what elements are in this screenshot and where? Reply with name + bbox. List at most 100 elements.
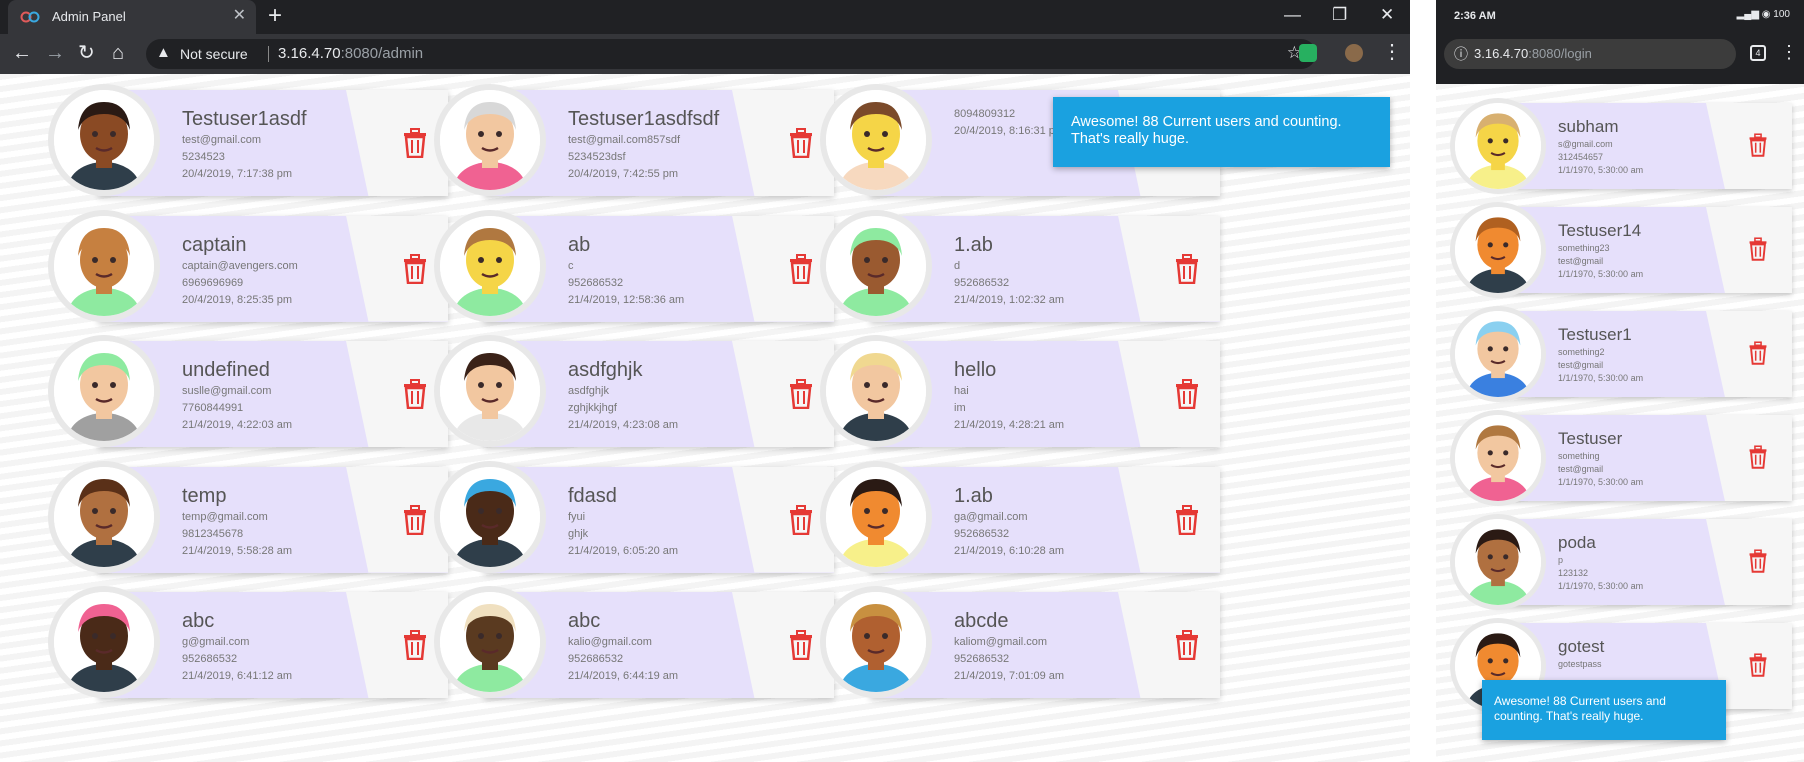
user-info: abc kalio@gmail.com 952686532 21/4/2019, 6:…: [568, 608, 798, 685]
user-email: test@gmail.com857sdf: [568, 134, 681, 146]
mobile-user-line-1: something2: [1558, 347, 1605, 357]
mobile-delete-button[interactable]: [1706, 311, 1792, 397]
tab-close-icon[interactable]: ✕: [233, 7, 246, 25]
user-email: fyui: [568, 510, 586, 523]
mobile-toolbar: ⓘ 3.16.4.70:8080/login 4 ⋮: [1436, 34, 1804, 84]
user-email: c: [568, 259, 574, 272]
user-email: temp@gmail.com: [182, 510, 268, 523]
restore-icon[interactable]: ❐: [1332, 5, 1347, 25]
user-card: abc g@gmail.com 952686532 21/4/2019, 6:41:1…: [48, 586, 448, 698]
mobile-user-card: Testuser something test@gmail 1/1/1970, 5:3…: [1450, 410, 1792, 506]
user-date: 20/4/2019, 8:25:35 pm: [182, 293, 293, 306]
mobile-user-line-1: something23: [1558, 243, 1610, 253]
minimize-icon[interactable]: —: [1284, 5, 1301, 25]
favicon-infinity-icon: [20, 11, 40, 23]
info-icon: ⓘ: [1454, 46, 1468, 62]
admin-user-grid: Testuser1asdf test@gmail.com 5234523 20/4/2…: [0, 74, 1410, 762]
mobile-delete-button[interactable]: [1706, 519, 1792, 605]
user-phone: ghjk: [568, 527, 589, 540]
avatar-icon: [826, 466, 926, 567]
address-bar[interactable]: ▲ Not secure 3.16.4.70:8080/admin ☆: [146, 39, 1316, 69]
avatar-icon: [54, 341, 154, 441]
user-info: 1.ab ga@gmail.com 952686532 21/4/2019, 6:10…: [954, 483, 1184, 560]
tab-title: Admin Panel: [52, 9, 126, 24]
mobile-delete-button[interactable]: [1706, 103, 1792, 189]
user-phone: 9812345678: [182, 527, 244, 540]
avatar-icon: [1455, 519, 1541, 605]
user-info: fdasd fyui ghjk 21/4/2019, 6:05:20 am: [568, 483, 798, 560]
avatar: [434, 586, 546, 698]
mobile-delete-button[interactable]: [1706, 207, 1792, 293]
user-card: abcde kaliom@gmail.com 952686532 21/4/2019,…: [820, 586, 1220, 698]
user-info: Testuser1asdfsdf test@gmail.com857sdf 5234…: [568, 106, 798, 183]
user-email: suslle@gmail.com: [182, 385, 272, 397]
trash-icon[interactable]: [1748, 549, 1768, 573]
reload-icon[interactable]: ↻: [78, 42, 95, 64]
tab-admin-panel[interactable]: Admin Panel ✕: [8, 0, 256, 34]
user-info: 1.ab d 952686532 21/4/2019, 1:02:32 am: [954, 232, 1184, 309]
avatar-icon: [826, 215, 926, 316]
mobile-address-bar[interactable]: ⓘ 3.16.4.70:8080/login: [1444, 39, 1736, 69]
user-card: Testuser1asdf test@gmail.com 5234523 20/4/2…: [48, 84, 448, 196]
tab-switcher-icon[interactable]: 4: [1750, 45, 1766, 61]
trash-icon[interactable]: [1748, 237, 1768, 261]
user-name: captain: [182, 233, 247, 256]
user-name: abc: [182, 610, 215, 632]
forward-icon[interactable]: →: [45, 42, 65, 64]
user-date: 21/4/2019, 12:58:36 am: [568, 293, 685, 306]
avatar: [1450, 202, 1546, 298]
user-card: 1.ab d 952686532 21/4/2019, 1:02:32 am: [820, 209, 1220, 322]
back-icon[interactable]: ←: [12, 42, 32, 64]
trash-icon[interactable]: [1748, 341, 1768, 365]
new-tab-icon[interactable]: +: [268, 3, 282, 29]
trash-icon[interactable]: [1748, 445, 1768, 469]
avatar-icon: [440, 90, 540, 190]
avatar: [48, 460, 160, 573]
avatar: [48, 586, 160, 698]
mobile-user-name: subham: [1558, 117, 1619, 136]
user-card: ab c 952686532 21/4/2019, 12:58:36 am: [434, 209, 834, 322]
mobile-delete-button[interactable]: [1706, 415, 1792, 501]
trash-icon[interactable]: [1748, 653, 1768, 677]
user-date: 21/4/2019, 7:01:09 am: [954, 670, 1065, 682]
shield-extension-icon[interactable]: [1299, 44, 1317, 62]
avatar-icon: [54, 592, 154, 692]
avatar-icon: [440, 341, 540, 441]
user-info: undefined suslle@gmail.com 7760844991 21/4/…: [182, 357, 412, 434]
user-date: 20/4/2019, 7:17:38 pm: [182, 168, 293, 180]
avatar: [48, 84, 160, 196]
window-close-icon[interactable]: ✕: [1380, 5, 1394, 25]
avatar: [1450, 306, 1546, 402]
tab-strip: Admin Panel ✕ + — ❐ ✕: [0, 0, 1410, 34]
mobile-user-card: Testuser14 something23 test@gmail 1/1/1970,…: [1450, 202, 1792, 298]
mobile-user-card: subham s@gmail.com 312454657 1/1/1970, 5:30…: [1450, 98, 1792, 194]
user-phone: 6969696969: [182, 276, 244, 289]
user-info: abcde kaliom@gmail.com 952686532 21/4/2019,…: [954, 608, 1184, 685]
avatar-icon: [1455, 207, 1541, 293]
profile-avatar-icon[interactable]: [1345, 44, 1363, 62]
not-secure-label: Not secure: [180, 46, 248, 62]
mobile-user-list: subham s@gmail.com 312454657 1/1/1970, 5:30…: [1436, 84, 1804, 762]
user-info: Testuser1asdf test@gmail.com 5234523 20/4/2…: [182, 106, 412, 183]
user-email: d: [954, 259, 961, 272]
user-card: fdasd fyui ghjk 21/4/2019, 6:05:20 am: [434, 460, 834, 573]
user-info: temp temp@gmail.com 9812345678 21/4/2019, 5…: [182, 483, 412, 560]
mobile-user-line-1: p: [1558, 555, 1564, 565]
user-date: 21/4/2019, 1:02:32 am: [954, 293, 1065, 306]
url-text: 3.16.4.70:8080/admin: [278, 45, 423, 62]
user-phone: 5234523: [182, 151, 225, 163]
user-info: ab c 952686532 21/4/2019, 12:58:36 am: [568, 232, 798, 309]
mobile-menu-icon[interactable]: ⋮: [1780, 42, 1798, 63]
user-email: test@gmail.com: [182, 134, 262, 146]
user-name: 1.ab: [954, 233, 993, 256]
browser-toolbar: ← → ↻ ⌂ ▲ Not secure 3.16.4.70:8080/admi…: [0, 34, 1410, 74]
trash-icon[interactable]: [1748, 133, 1768, 157]
mobile-user-line-1: s@gmail.com: [1558, 139, 1613, 149]
avatar-icon: [440, 215, 540, 316]
browser-menu-icon[interactable]: ⋮: [1382, 40, 1402, 64]
home-icon[interactable]: ⌂: [112, 42, 124, 64]
mobile-user-line-2: test@gmail: [1558, 256, 1604, 266]
user-email: g@gmail.com: [182, 636, 250, 648]
avatar: [820, 586, 932, 698]
avatar: [48, 209, 160, 322]
